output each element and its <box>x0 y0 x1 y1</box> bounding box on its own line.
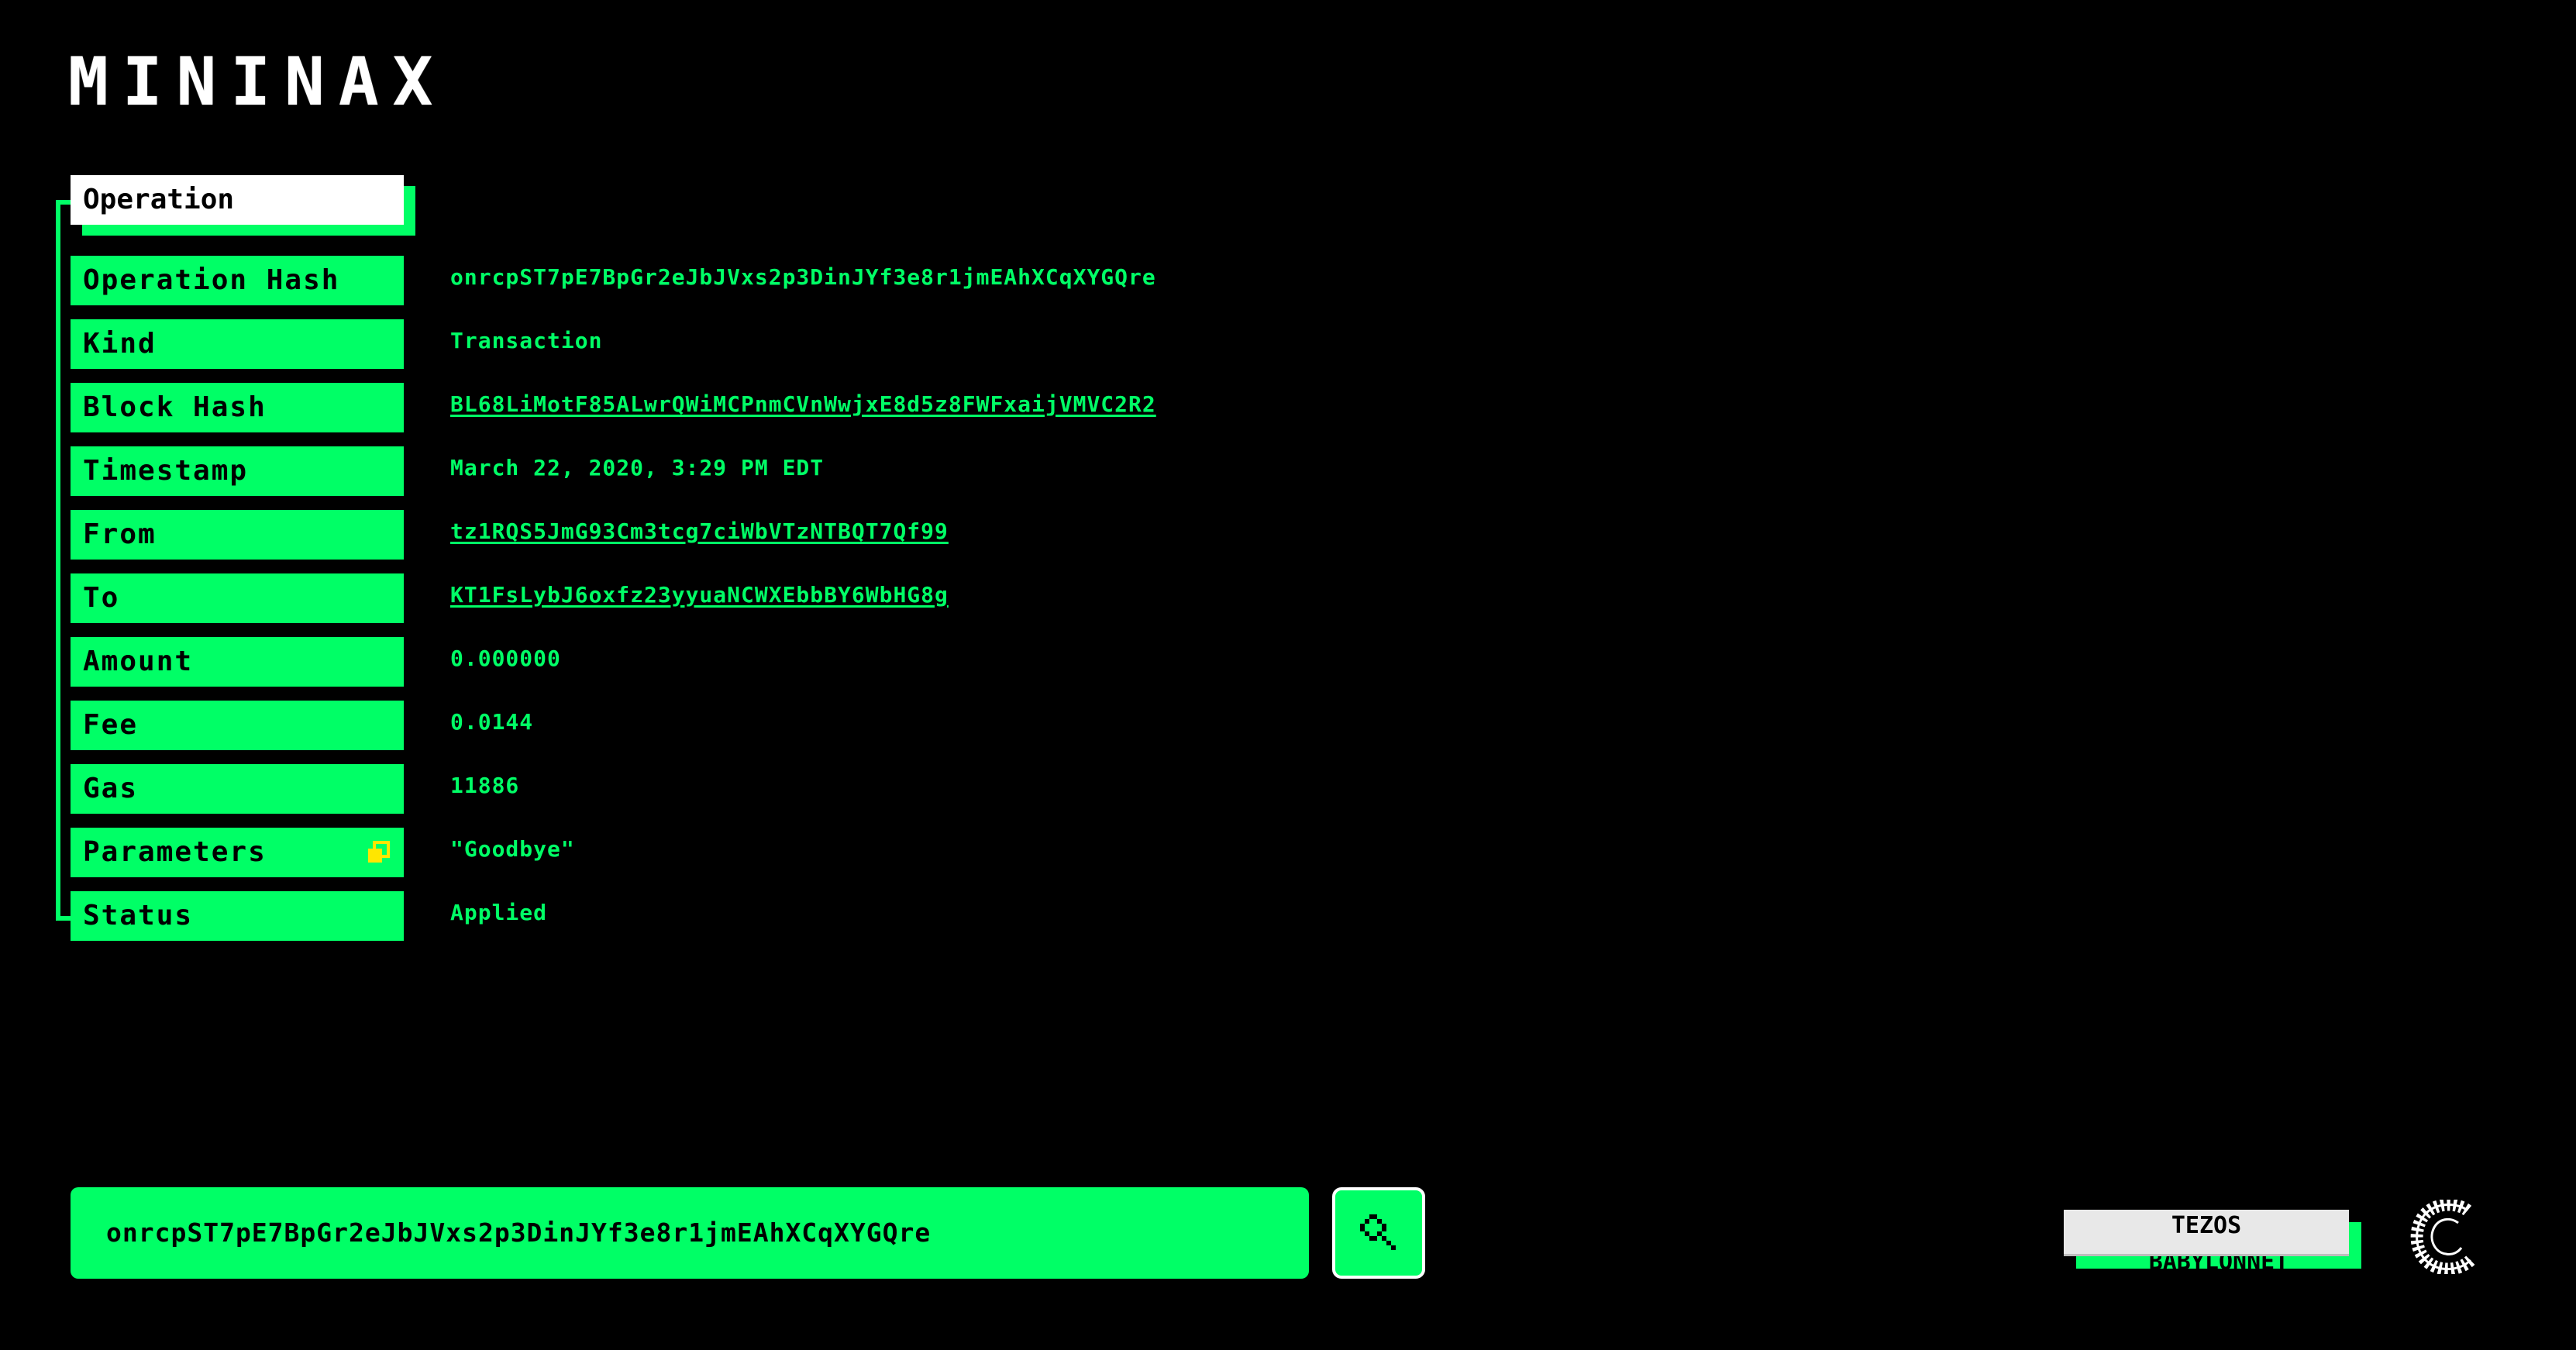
search-input[interactable]: onrcpST7pE7BpGr2eJbJVxs2p3DinJYf3e8r1jmE… <box>71 1187 1309 1279</box>
row-label: Block Hash <box>71 383 404 432</box>
search-icon <box>1360 1214 1396 1250</box>
row-label: Parameters <box>71 828 404 877</box>
detail-row-to: To KT1FsLybJ6oxfz23yyuaNCWXEbbBY6WbHG8g <box>71 573 1310 623</box>
detail-row-gas: Gas 11886 <box>71 764 1310 814</box>
row-label: Kind <box>71 319 404 369</box>
detail-row-status: Status Applied <box>71 891 1310 941</box>
row-label: Amount <box>71 637 404 687</box>
network-selector[interactable]: TEZOS <box>2064 1210 2349 1256</box>
row-label: From <box>71 510 404 560</box>
search-button[interactable] <box>1332 1187 1425 1279</box>
gas-value: 11886 <box>450 773 520 798</box>
copy-icon[interactable] <box>366 840 391 865</box>
row-label: Status <box>71 891 404 941</box>
parameters-value: "Goodbye" <box>450 836 575 862</box>
detail-row-operation-hash: Operation Hash onrcpST7pE7BpGr2eJbJVxs2p… <box>71 256 1310 305</box>
detail-row-timestamp: Timestamp March 22, 2020, 3:29 PM EDT <box>71 446 1310 496</box>
to-address-link[interactable]: KT1FsLybJ6oxfz23yyuaNCWXEbbBY6WbHG8g <box>450 573 949 623</box>
detail-row-block-hash: Block Hash BL68LiMotF85ALwrQWiMCPnmCVnWw… <box>71 383 1310 432</box>
section-title: Operation <box>71 175 404 225</box>
detail-row-amount: Amount 0.000000 <box>71 637 1310 687</box>
fee-value: 0.0144 <box>450 709 534 735</box>
amount-value: 0.000000 <box>450 646 561 671</box>
row-label: Operation Hash <box>71 256 404 305</box>
detail-row-kind: Kind Transaction <box>71 319 1310 369</box>
status-value: Applied <box>450 900 548 925</box>
row-label: To <box>71 573 404 623</box>
network-name-label: TEZOS <box>2171 1212 2242 1239</box>
block-hash-link[interactable]: BL68LiMotF85ALwrQWiMCPnmCVnWwjxE8d5z8FWF… <box>450 383 1156 432</box>
timestamp-value: March 22, 2020, 3:29 PM EDT <box>450 455 825 480</box>
detail-row-parameters: Parameters "Goodbye" <box>71 828 1310 877</box>
detail-row-fee: Fee 0.0144 <box>71 701 1310 750</box>
row-label: Timestamp <box>71 446 404 496</box>
brand-logo-icon <box>2410 1198 2480 1276</box>
row-label: Gas <box>71 764 404 814</box>
operation-hash-value: onrcpST7pE7BpGr2eJbJVxs2p3DinJYf3e8r1jmE… <box>450 264 1156 290</box>
kind-value: Transaction <box>450 328 603 353</box>
app-logo: MININAX <box>68 43 447 121</box>
from-address-link[interactable]: tz1RQS5JmG93Cm3tcg7ciWbVTzNTBQT7Qf99 <box>450 510 949 560</box>
tree-connector <box>56 200 60 921</box>
detail-row-from: From tz1RQS5JmG93Cm3tcg7ciWbVTzNTBQT7Qf9… <box>71 510 1310 560</box>
row-label: Fee <box>71 701 404 750</box>
